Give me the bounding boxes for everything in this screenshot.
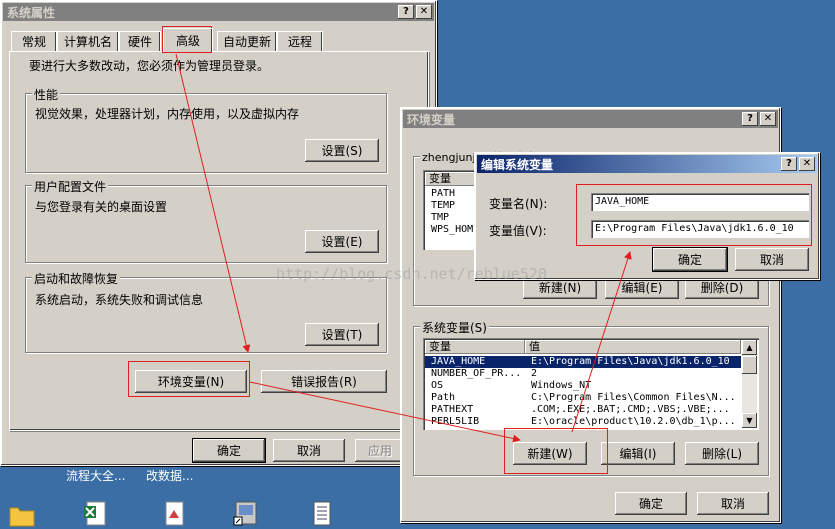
table-row[interactable]: PATHEXT .COM;.EXE;.BAT;.CMD;.VBS;.VBE;..…: [425, 404, 741, 416]
variable-value-label: 变量值(V):: [489, 224, 547, 238]
ok-button[interactable]: 确定: [615, 492, 687, 515]
close-icon[interactable]: ✕: [760, 112, 776, 126]
scroll-thumb[interactable]: [742, 356, 757, 374]
edit-dialog-titlebar[interactable]: 编辑系统变量 ? ✕: [477, 155, 817, 173]
edit-system-variable-dialog: 编辑系统变量 ? ✕ 变量名(N): JAVA_HOME 变量值(V): E:\…: [474, 152, 820, 280]
close-icon[interactable]: ✕: [799, 157, 815, 171]
table-row[interactable]: PERL5LIB E:\oracle\product\10.2.0\db_1\p…: [425, 416, 741, 428]
cancel-button[interactable]: 取消: [697, 492, 769, 515]
desktop-label: 流程大全...: [66, 469, 126, 483]
vertical-scrollbar[interactable]: ▲ ▼: [742, 340, 757, 428]
excel-file-icon[interactable]: [82, 500, 110, 526]
table-row[interactable]: Path C:\Program Files\Common Files\N...: [425, 392, 741, 404]
table-row[interactable]: OS Windows_NT: [425, 380, 741, 392]
table-row[interactable]: JAVA_HOME E:\Program Files\Java\jdk1.6.0…: [425, 356, 741, 368]
help-icon[interactable]: ?: [781, 157, 797, 171]
performance-settings-button[interactable]: 设置(S): [305, 139, 379, 162]
system-edit-button[interactable]: 编辑(I): [601, 442, 675, 465]
window-title: 编辑系统变量: [481, 157, 554, 172]
system-properties-window: 系统属性 ? ✕ 常规 计算机名 硬件 高级 自动更新 远程 要进行大多数改动，…: [0, 0, 437, 466]
system-new-button[interactable]: 新建(W): [513, 442, 587, 465]
scroll-down-icon[interactable]: ▼: [742, 413, 757, 428]
startup-settings-button[interactable]: 设置(T): [305, 323, 379, 346]
tab-auto-update[interactable]: 自动更新: [217, 31, 277, 51]
tab-hardware[interactable]: 硬件: [119, 31, 161, 51]
user-profile-settings-button[interactable]: 设置(E): [305, 230, 379, 253]
tab-general[interactable]: 常规: [11, 31, 57, 51]
close-icon[interactable]: ✕: [416, 5, 432, 19]
admin-notice: 要进行大多数改动，您必须作为管理员登录。: [29, 59, 270, 73]
tab-remote[interactable]: 远程: [277, 31, 323, 51]
startup-recovery-desc: 系统启动，系统失败和调试信息: [35, 293, 204, 307]
system-properties-titlebar[interactable]: 系统属性 ? ✕: [3, 3, 434, 21]
cancel-button[interactable]: 取消: [735, 248, 809, 271]
program-shortcut-icon[interactable]: [232, 500, 260, 526]
ok-button[interactable]: 确定: [652, 247, 728, 272]
folder-icon[interactable]: [8, 502, 36, 528]
variable-name-input[interactable]: JAVA_HOME: [591, 193, 809, 211]
ok-button[interactable]: 确定: [192, 438, 266, 463]
window-title: 系统属性: [7, 5, 56, 20]
user-profile-desc: 与您登录有关的桌面设置: [35, 200, 168, 214]
system-delete-button[interactable]: 删除(L): [685, 442, 759, 465]
tab-advanced[interactable]: 高级: [163, 28, 213, 52]
environment-variables-titlebar[interactable]: 环境变量 ? ✕: [403, 110, 778, 128]
watermark-text: http://blog.csdn.net/reblue520: [276, 265, 547, 283]
user-profile-title: 用户配置文件: [32, 178, 109, 195]
performance-title: 性能: [32, 86, 61, 103]
system-variables-list[interactable]: 变量 值 JAVA_HOME E:\Program Files\Java\jdk…: [423, 338, 759, 430]
table-row[interactable]: NUMBER_OF_PR... 2: [425, 368, 741, 380]
apply-button[interactable]: 应用: [355, 439, 405, 462]
performance-desc: 视觉效果，处理器计划，内存使用，以及虚拟内存: [35, 107, 300, 121]
error-report-button[interactable]: 错误报告(R): [261, 370, 387, 393]
variable-value-input[interactable]: E:\Program Files\Java\jdk1.6.0_10: [591, 220, 809, 238]
help-icon[interactable]: ?: [398, 5, 414, 19]
variable-name-label: 变量名(N):: [489, 197, 548, 211]
help-icon[interactable]: ?: [742, 112, 758, 126]
startup-recovery-title: 启动和故障恢复: [32, 270, 121, 287]
scroll-up-icon[interactable]: ▲: [742, 340, 757, 355]
window-title: 环境变量: [407, 112, 456, 127]
desktop-label: 改数据...: [146, 469, 194, 483]
column-header-variable[interactable]: 变量: [425, 340, 525, 354]
tab-computer-name[interactable]: 计算机名: [57, 31, 119, 51]
system-variables-title: 系统变量(S): [420, 319, 489, 336]
column-header-value[interactable]: 值: [525, 340, 741, 354]
notepad-icon[interactable]: [308, 500, 336, 526]
environment-variables-button[interactable]: 环境变量(N): [135, 370, 247, 393]
document-icon[interactable]: [160, 500, 188, 526]
cancel-button[interactable]: 取消: [273, 439, 345, 462]
